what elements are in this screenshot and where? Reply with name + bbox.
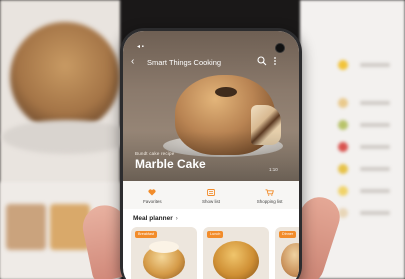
meal-tag: Lunch	[207, 231, 224, 238]
background-ingredient-row	[308, 164, 398, 174]
background-ingredient-row	[308, 98, 398, 108]
meal-tag: Dinner	[279, 231, 297, 238]
background-cake-stand	[2, 120, 132, 154]
favorites-button[interactable]: Favorites	[127, 189, 177, 204]
shopping-list-label: Shopping list	[256, 198, 283, 204]
meal-tag: Breakfast	[135, 231, 158, 238]
app-title: Smart Things Cooking	[147, 57, 222, 67]
phone-frame: ◂ ▪ ‹ Smart Things Cooking Bundt cake re…	[120, 28, 302, 279]
background-ingredient-row	[308, 120, 398, 130]
recipe-title: Marble Cake	[135, 157, 206, 171]
background-ingredient-row	[308, 186, 398, 196]
meal-card-lunch[interactable]: Lunch	[203, 227, 269, 279]
meal-planner-title: Meal planner	[133, 215, 173, 222]
show-list-button[interactable]: Show list	[186, 189, 236, 204]
front-camera	[275, 43, 285, 53]
favorites-label: Favorites	[143, 198, 162, 204]
recipe-action-bar: Favorites Show list Shopping list	[123, 181, 299, 209]
phone-screen: ◂ ▪ ‹ Smart Things Cooking Bundt cake re…	[123, 31, 299, 279]
app-bar: ‹ Smart Things Cooking	[131, 55, 281, 69]
cream-topping-image	[149, 241, 179, 253]
meal-card-dinner[interactable]: Dinner	[275, 227, 299, 279]
back-arrow-icon[interactable]: ‹	[131, 56, 145, 68]
search-icon[interactable]	[257, 56, 269, 68]
heart-icon	[147, 189, 157, 197]
more-options-icon[interactable]	[273, 56, 281, 68]
meal-card-breakfast[interactable]: Breakfast	[131, 227, 197, 279]
chevron-right-icon: ›	[175, 215, 178, 222]
tart-image	[213, 241, 259, 279]
meal-planner-header[interactable]: Meal planner ›	[133, 215, 178, 222]
show-list-label: Show list	[201, 198, 220, 204]
background-ingredient-row	[308, 60, 398, 70]
recipe-category: Bundt cake recipe	[135, 151, 175, 156]
shopping-list-button[interactable]: Shopping list	[245, 189, 295, 204]
bundt-cake-center	[215, 87, 237, 97]
meal-planner-cards: Breakfast Lunch Dinner	[131, 227, 299, 279]
background-recipe-card	[6, 204, 46, 250]
hero-gradient-overlay	[123, 131, 299, 181]
background-ingredient-row	[308, 142, 398, 152]
dish-image	[281, 243, 299, 277]
status-bar: ◂ ▪	[137, 44, 144, 50]
list-icon	[206, 189, 216, 197]
cart-icon	[265, 189, 275, 197]
background-cake-image	[10, 22, 120, 132]
recipe-duration: 1:10	[269, 167, 278, 172]
